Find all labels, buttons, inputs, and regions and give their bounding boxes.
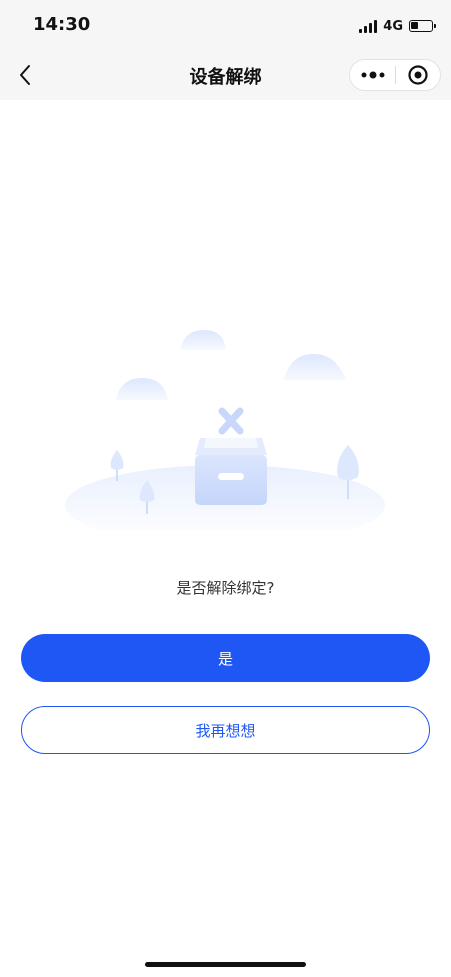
unbind-question: 是否解除绑定? — [176, 579, 275, 597]
cloud-icon — [116, 330, 346, 400]
unbind-illustration — [60, 320, 390, 545]
signal-icon — [359, 19, 378, 33]
close-miniprogram-button[interactable] — [396, 60, 440, 90]
battery-icon — [409, 20, 436, 32]
nav-bar: 设备解绑 — [0, 50, 451, 100]
more-dots-icon — [361, 71, 384, 79]
empty-box-illustration — [65, 330, 385, 545]
status-time: 14:30 — [33, 14, 91, 35]
status-indicators: 4G — [359, 16, 436, 36]
network-label: 4G — [383, 18, 403, 34]
more-button[interactable] — [350, 60, 395, 90]
status-bar: 14:30 4G — [0, 0, 451, 50]
cancel-button[interactable]: 我再想想 — [21, 706, 430, 754]
box-icon — [195, 438, 267, 505]
home-indicator — [145, 962, 306, 967]
confirm-unbind-button[interactable]: 是 — [21, 634, 430, 682]
target-circle-icon — [408, 65, 428, 85]
mini-program-capsule — [349, 59, 441, 91]
x-mark-icon — [218, 407, 244, 435]
